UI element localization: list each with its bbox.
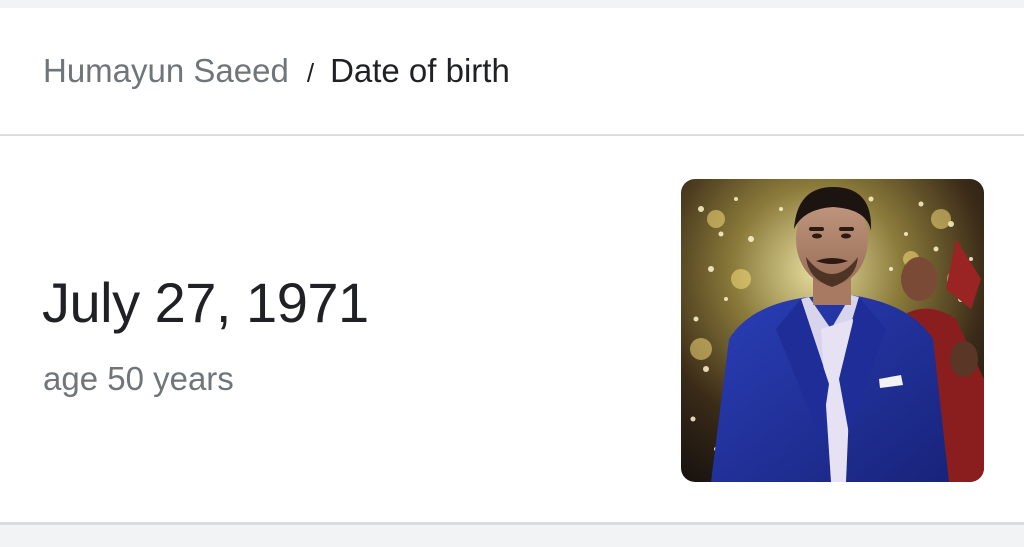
breadcrumb-parent-link[interactable]: Humayun Saeed: [43, 52, 289, 90]
breadcrumb: Humayun Saeed / Date of birth: [43, 8, 510, 134]
header-divider: [0, 134, 1024, 136]
knowledge-card: Humayun Saeed / Date of birth July 27, 1…: [0, 8, 1024, 522]
breadcrumb-current: Date of birth: [330, 52, 510, 89]
breadcrumb-separator: /: [306, 57, 315, 88]
person-thumbnail[interactable]: [681, 179, 984, 482]
birth-date: July 27, 1971: [42, 271, 369, 334]
person-photo: [681, 179, 984, 482]
card-bottom-divider: [0, 522, 1024, 525]
age-text: age 50 years: [43, 360, 234, 397]
